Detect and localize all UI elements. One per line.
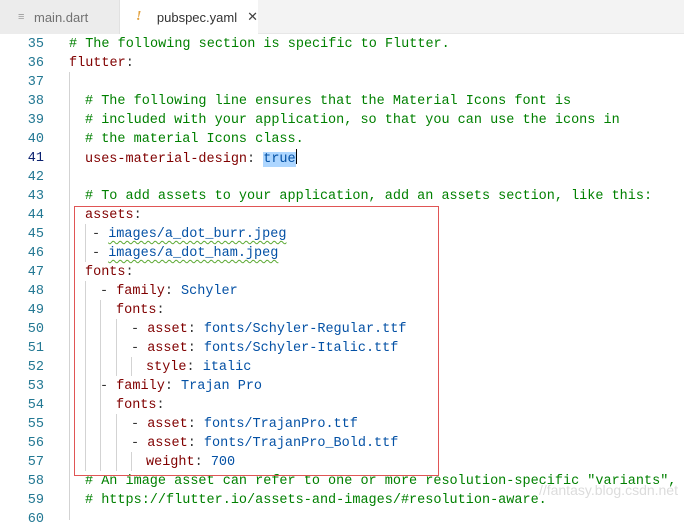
code-line-current: 41 uses-material-design: true: [27, 149, 297, 167]
code-line: 35 # The following section is specific to…: [27, 37, 450, 52]
tab-bar: ≡ main.dart ! pubspec.yaml ✕: [0, 0, 684, 34]
tab-label: main.dart: [34, 9, 89, 25]
tab-pubspec-yaml[interactable]: ! pubspec.yaml ✕: [120, 0, 258, 34]
code-line: 37: [27, 75, 44, 90]
watermark: //fantasy.blog.csdn.net: [538, 482, 678, 498]
code-line: 38 # The following line ensures that the …: [27, 94, 572, 109]
highlight-box: [74, 206, 439, 476]
code-line: 40 # the material Icons class.: [27, 132, 304, 147]
code-line: 36 flutter:: [27, 56, 134, 71]
tab-label: pubspec.yaml: [156, 9, 238, 25]
code-line: 42: [27, 170, 44, 185]
text-cursor: [295, 149, 297, 164]
close-icon[interactable]: ✕: [247, 9, 258, 25]
exclamation-icon: !: [136, 9, 142, 24]
lines-icon: ≡: [18, 11, 25, 23]
code-line: 39 # included with your application, so t…: [27, 113, 620, 128]
tab-main-dart[interactable]: ≡ main.dart: [0, 0, 120, 34]
code-editor[interactable]: 35 # The following section is specific to…: [0, 34, 684, 527]
selected-value: true: [263, 152, 296, 167]
code-line: 43 # To add assets to your application, a…: [27, 189, 653, 204]
